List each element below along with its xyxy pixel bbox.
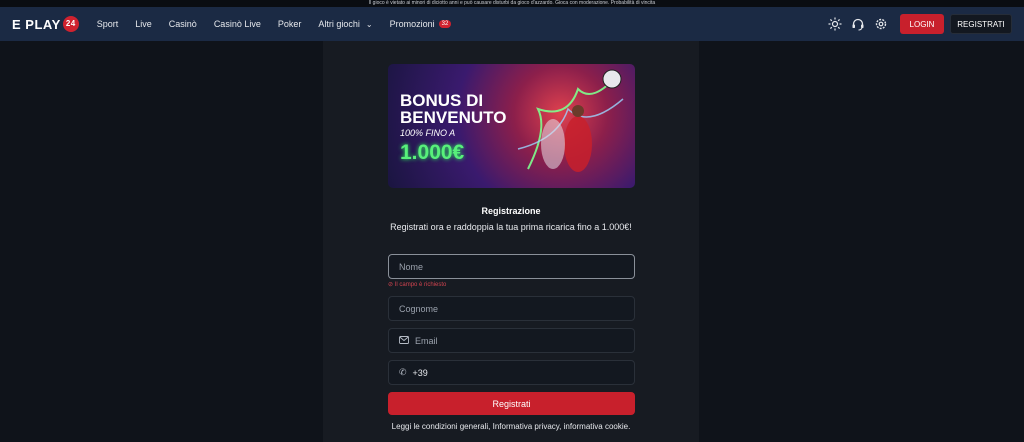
bonus-amount: 1.000€ [400, 141, 465, 164]
bonus-title-line2: BENVENUTO [400, 108, 507, 127]
surname-placeholder: Cognome [399, 303, 439, 314]
lightning-graphic [517, 69, 624, 172]
settings-gear-icon[interactable] [874, 17, 888, 31]
nav-actions: LOGIN REGISTRATI [828, 14, 1012, 34]
nav-item-casino[interactable]: Casinò [169, 19, 197, 29]
nav-item-casino-live[interactable]: Casinò Live [214, 19, 261, 29]
chevron-down-icon: ⌄ [365, 19, 373, 29]
promozioni-label: Promozioni [389, 19, 435, 29]
nav-item-promozioni[interactable]: Promozioni 32 [390, 19, 452, 29]
registration-panel: BONUS DI BENVENUTO 100% FINO A 1.000€ Re… [323, 41, 699, 442]
theme-sun-icon[interactable] [828, 17, 842, 31]
email-input[interactable]: Email [388, 328, 635, 353]
brand-logo[interactable]: E PLAY 24 [12, 16, 79, 32]
bonus-subtitle: 100% FINO A [400, 128, 456, 138]
phone-icon: ✆ [399, 367, 407, 377]
phone-prefix: +39 [412, 367, 428, 378]
nav-item-live[interactable]: Live [135, 19, 152, 29]
nav-links: Sport Live Casinò Casinò Live Poker Altr… [97, 19, 469, 29]
email-placeholder: Email [415, 335, 438, 346]
nav-item-sport[interactable]: Sport [97, 19, 119, 29]
phone-input[interactable]: ✆ +39 [388, 360, 635, 385]
altri-giochi-label: Altri giochi [318, 19, 360, 29]
promo-count-badge: 32 [438, 20, 452, 28]
welcome-bonus-banner: BONUS DI BENVENUTO 100% FINO A 1.000€ [388, 64, 635, 188]
bonus-title: BONUS DI BENVENUTO [400, 92, 506, 126]
age-warning-banner: Il gioco è vietato ai minori di diciotto… [0, 0, 1024, 7]
submit-register-button[interactable]: Registrati [388, 392, 635, 415]
name-error-text: Il campo è richiesto [394, 282, 447, 288]
form-description: Registrati ora e raddoppia la tua prima … [390, 222, 632, 232]
logo-badge: 24 [62, 16, 79, 32]
name-error-message: ⊘ Il campo è richiesto [388, 281, 446, 288]
nav-item-poker[interactable]: Poker [278, 19, 302, 29]
login-button[interactable]: LOGIN [900, 14, 944, 34]
mail-icon [399, 335, 409, 346]
register-button[interactable]: REGISTRATI [950, 14, 1012, 34]
bonus-title-line1: BONUS DI [400, 91, 484, 110]
nav-item-altri-giochi[interactable]: Altri giochi ⌄ [318, 19, 372, 29]
name-input[interactable]: Nome [388, 254, 635, 279]
error-circle-icon: ⊘ [388, 282, 394, 288]
support-headset-icon[interactable] [851, 17, 865, 31]
top-navigation: E PLAY 24 Sport Live Casinò Casinò Live … [0, 7, 1024, 41]
surname-input[interactable]: Cognome [388, 296, 635, 321]
logo-text: E PLAY [12, 16, 61, 32]
name-placeholder: Nome [399, 261, 424, 272]
form-heading: Registrazione [481, 206, 541, 216]
legal-links[interactable]: Leggi le condizioni generali, Informativ… [323, 422, 699, 431]
